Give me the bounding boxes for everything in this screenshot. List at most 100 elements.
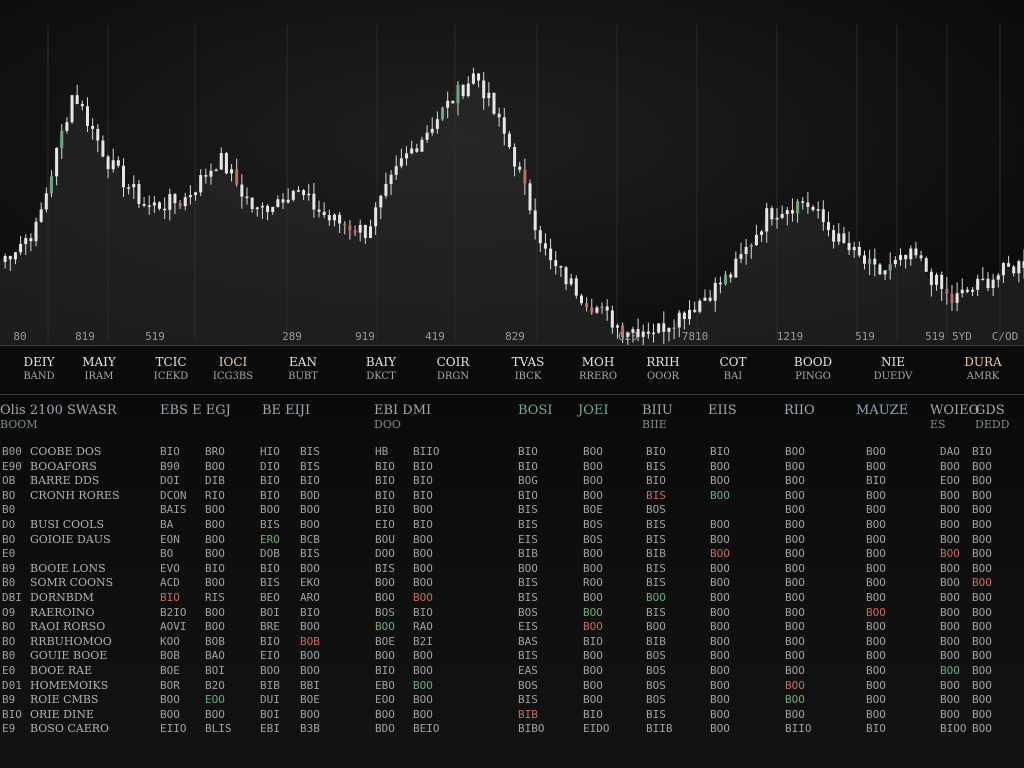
table-cell[interactable]: BIO xyxy=(646,474,673,489)
table-cell[interactable]: BUSI COOLS xyxy=(30,518,120,533)
table-cell[interactable]: BOO xyxy=(260,664,280,679)
table-cell[interactable]: BOO xyxy=(972,489,992,504)
table-cell[interactable]: BOO xyxy=(785,649,812,664)
table-cell[interactable]: BOO xyxy=(972,664,992,679)
table-cell[interactable]: BOO xyxy=(866,533,886,548)
table-cell[interactable]: BIS xyxy=(300,547,320,562)
table-cell[interactable]: D01 xyxy=(2,679,22,694)
table-cell[interactable]: BIO xyxy=(972,445,992,460)
table-cell[interactable]: BOO xyxy=(866,635,886,650)
table-cell[interactable]: CRONH RORES xyxy=(30,489,120,504)
table-cell[interactable]: BIO xyxy=(518,445,545,460)
table-cell[interactable]: OB xyxy=(2,474,22,489)
table-cell[interactable]: BEO xyxy=(260,591,280,606)
table-cell[interactable]: BIB xyxy=(260,679,280,694)
table-cell[interactable]: BOG xyxy=(518,474,545,489)
table-cell[interactable]: BOO xyxy=(940,489,967,504)
table-cell[interactable]: BOO xyxy=(413,591,440,606)
column-header[interactable]: BAIY DKCT xyxy=(348,354,414,384)
table-cell[interactable]: BIO xyxy=(260,562,280,577)
column-header[interactable]: MOH RRERO xyxy=(565,354,631,384)
table-cell[interactable]: BOO xyxy=(940,576,967,591)
table-cell[interactable]: RAOI RORSO xyxy=(30,620,120,635)
table-cell[interactable]: BOS xyxy=(518,679,545,694)
table-cell[interactable]: BIS xyxy=(646,576,673,591)
table-cell[interactable]: B0 xyxy=(2,503,22,518)
table-cell[interactable]: BIO xyxy=(160,445,187,460)
table-cell[interactable]: BAIS xyxy=(160,503,187,518)
table-cell[interactable]: BOO xyxy=(300,708,320,723)
table-cell[interactable]: BOS xyxy=(646,679,673,694)
table-cell[interactable]: BOO xyxy=(375,591,395,606)
table-cell[interactable]: BOS xyxy=(583,533,610,548)
table-cell[interactable]: BOO xyxy=(785,620,812,635)
table-cell[interactable]: BIO xyxy=(518,460,545,475)
table-cell[interactable]: BOO xyxy=(972,503,992,518)
table-cell[interactable]: BOO xyxy=(710,664,730,679)
table-cell[interactable]: BOO xyxy=(866,606,886,621)
table-cell[interactable]: BOO xyxy=(583,445,610,460)
table-cell[interactable]: DOO xyxy=(375,547,395,562)
table-cell[interactable]: BOU xyxy=(375,533,395,548)
table-cell[interactable]: B90 xyxy=(160,460,187,475)
table-cell[interactable]: BOO xyxy=(940,562,967,577)
table-cell[interactable]: BIS xyxy=(375,562,395,577)
column-header[interactable]: IOCI ICG3BS xyxy=(200,354,266,384)
table-cell[interactable]: BOO xyxy=(413,576,440,591)
table-cell[interactable]: BOO xyxy=(866,693,886,708)
column-header[interactable]: RRIH OOOR xyxy=(630,354,696,384)
table-cell[interactable]: B3B xyxy=(300,722,320,737)
table-cell[interactable]: BOO xyxy=(710,576,730,591)
table-cell[interactable]: BOO xyxy=(940,606,967,621)
table-cell[interactable]: BOO xyxy=(940,635,967,650)
table-cell[interactable]: RRBUHOMOO xyxy=(30,635,120,650)
table-cell[interactable]: BOO xyxy=(972,518,992,533)
table-cell[interactable]: ACD xyxy=(160,576,187,591)
table-cell[interactable]: ROIE CMBS xyxy=(30,693,120,708)
table-cell[interactable]: BIIB xyxy=(646,722,673,737)
table-cell[interactable]: BOO xyxy=(205,708,232,723)
table-cell[interactable]: BOO xyxy=(972,576,992,591)
table-cell[interactable]: BO xyxy=(2,533,22,548)
table-cell[interactable]: BOO xyxy=(940,533,967,548)
table-cell[interactable]: BIS xyxy=(646,562,673,577)
table-cell[interactable]: BIO xyxy=(260,474,280,489)
table-cell[interactable]: BOO xyxy=(866,503,886,518)
table-cell[interactable]: BOO xyxy=(646,620,673,635)
table-cell[interactable]: EIS xyxy=(518,620,545,635)
table-cell[interactable]: BOB xyxy=(300,635,320,650)
table-cell[interactable]: BOO xyxy=(300,620,320,635)
table-cell[interactable]: BOO xyxy=(710,562,730,577)
table-cell[interactable] xyxy=(710,503,730,518)
table-cell[interactable]: BRE xyxy=(260,620,280,635)
table-cell[interactable]: BIIO xyxy=(785,722,812,737)
table-cell[interactable]: BOO xyxy=(710,547,730,562)
table-cell[interactable]: B0 xyxy=(2,576,22,591)
table-cell[interactable]: BOO xyxy=(785,591,812,606)
table-cell[interactable]: BIO xyxy=(260,635,280,650)
table-cell[interactable]: B00 xyxy=(2,445,22,460)
table-cell[interactable]: BOO xyxy=(413,547,440,562)
table-cell[interactable]: BOO xyxy=(785,474,812,489)
table-cell[interactable]: E90 xyxy=(2,460,22,475)
table-cell[interactable]: BIO xyxy=(646,445,673,460)
table-cell[interactable]: BOO xyxy=(710,722,730,737)
table-cell[interactable]: BOO xyxy=(160,708,187,723)
table-cell[interactable]: BOO xyxy=(785,679,812,694)
table-cell[interactable]: EIO xyxy=(375,518,395,533)
table-cell[interactable]: DAO xyxy=(940,445,967,460)
column-header[interactable]: NIE DUEDV xyxy=(860,354,926,384)
table-cell[interactable]: DBI xyxy=(2,591,22,606)
table-cell[interactable]: BOO xyxy=(785,489,812,504)
table-cell[interactable]: BOO xyxy=(583,649,610,664)
table-cell[interactable]: BOO xyxy=(205,576,232,591)
table-cell[interactable]: BOE xyxy=(375,635,395,650)
table-cell[interactable]: BOS xyxy=(646,693,673,708)
table-cell[interactable]: EIDO xyxy=(583,722,610,737)
table-cell[interactable]: BIO xyxy=(518,489,545,504)
table-cell[interactable]: BOO xyxy=(300,664,320,679)
column-header[interactable]: DEIY BAND xyxy=(6,354,72,384)
table-cell[interactable]: BBI xyxy=(300,679,320,694)
table-cell[interactable]: BOS xyxy=(518,606,545,621)
table-cell[interactable]: BIB xyxy=(646,635,673,650)
